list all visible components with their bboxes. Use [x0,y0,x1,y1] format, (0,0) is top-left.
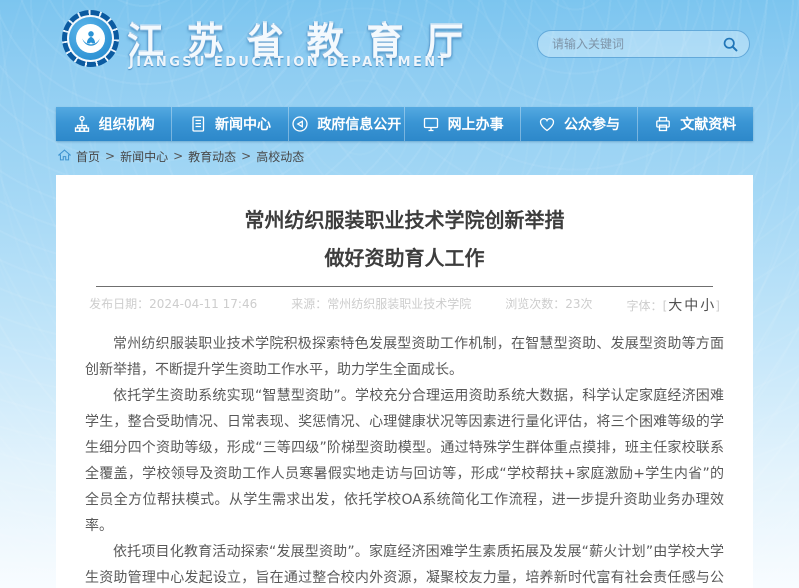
nav-item-organization[interactable]: 组织机构 [56,107,171,141]
home-icon [58,149,71,164]
nav-item-gov-info-disclosure[interactable]: 政府信息公开 [288,107,404,141]
search-icon[interactable] [721,35,739,53]
title-divider [96,286,713,287]
font-size-medium-button[interactable]: 中 [684,298,698,314]
breadcrumb-item-university-news[interactable]: 高校动态 [256,148,304,165]
logo-emblem-icon [76,24,105,53]
article-title-line1: 常州纺织服装职业技术学院创新举措 [96,201,713,239]
breadcrumb-separator: > [173,149,183,163]
nav-item-documents[interactable]: 文献资料 [637,107,753,141]
article-title: 常州纺织服装职业技术学院创新举措 做好资助育人工作 [56,175,753,277]
article-meta: 发布日期：2024-04-11 17:46 来源：常州纺织服装职业技术学院 浏览… [56,295,753,315]
font-size-small-button[interactable]: 小 [700,298,714,314]
article-paragraph: 依托学生资助系统实现“智慧型资助”。学校充分合理运用资助系统大数据，科学认定家庭… [85,383,724,539]
article-panel: 常州纺织服装职业技术学院创新举措 做好资助育人工作 发布日期：2024-04-1… [56,175,753,588]
org-chart-icon [73,115,91,133]
breadcrumb: 首页 > 新闻中心 > 教育动态 > 高校动态 [58,148,304,164]
nav-item-public-participation[interactable]: 公众参与 [520,107,636,141]
printer-icon [654,115,672,133]
nav-item-label: 新闻中心 [215,114,271,134]
article-paragraph: 常州纺织服装职业技术学院积极探索特色发展型资助工作机制，在智慧型资助、发展型资助… [85,331,724,383]
article-title-line2: 做好资助育人工作 [96,239,713,277]
main-nav: 组织机构 新闻中心 政府信息公开 网上办事 公众参与 [56,107,753,141]
breadcrumb-separator: > [241,149,251,163]
article-paragraph: 依托项目化教育活动探索“发展型资助”。家庭经济困难学生素质拓展及发展“薪火计划”… [85,539,724,588]
font-size-control: 字体：[大中小] [627,295,720,315]
nav-item-label: 组织机构 [99,114,155,134]
publish-date: 发布日期：2024-04-11 17:46 [89,295,257,315]
nav-item-label: 网上办事 [448,114,504,134]
article-source: 来源：常州纺织服装职业技术学院 [291,295,471,315]
info-disclosure-icon [291,115,309,133]
site-logo[interactable] [62,10,119,67]
font-size-large-button[interactable]: 大 [668,298,682,314]
search-box [537,30,750,58]
nav-item-label: 政府信息公开 [317,114,401,134]
nav-item-online-services[interactable]: 网上办事 [404,107,520,141]
site-subtitle: JIANGSU EDUCATION DEPARTMENT [129,55,449,70]
breadcrumb-separator: > [105,149,115,163]
nav-item-news-center[interactable]: 新闻中心 [171,107,287,141]
breadcrumb-item-education-news[interactable]: 教育动态 [188,148,236,165]
search-input[interactable] [552,37,721,51]
breadcrumb-item-news-center[interactable]: 新闻中心 [120,148,168,165]
article-body: 常州纺织服装职业技术学院积极探索特色发展型资助工作机制，在智慧型资助、发展型资助… [85,331,724,588]
breadcrumb-item-home[interactable]: 首页 [76,148,100,165]
news-doc-icon [189,115,207,133]
nav-item-label: 文献资料 [680,114,736,134]
nav-item-label: 公众参与 [564,114,620,134]
heart-icon [538,115,556,133]
monitor-icon [422,115,440,133]
view-count: 浏览次数：23次 [505,295,592,315]
